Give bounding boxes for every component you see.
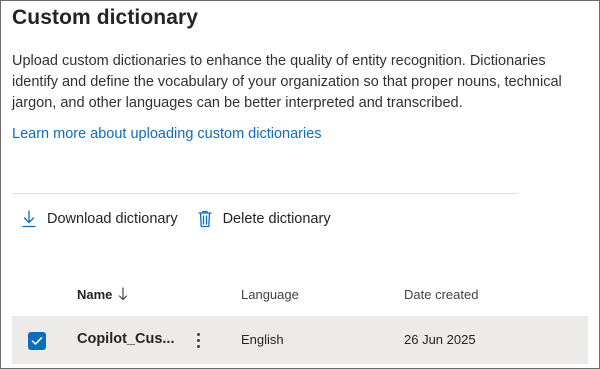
dictionary-name-cell[interactable]: Copilot_Cus... [77,331,174,347]
column-header-name-label: Name [77,286,113,302]
toolbar: Download dictionary Delete dictionary [12,205,339,233]
delete-dictionary-button[interactable]: Delete dictionary [188,205,339,233]
learn-more-link[interactable]: Learn more about uploading custom dictio… [12,126,322,142]
row-checkbox[interactable] [28,332,46,350]
checkmark-icon [31,336,43,345]
language-cell: English [241,332,284,347]
trash-icon [196,209,214,229]
divider [12,193,518,194]
column-header-language[interactable]: Language [241,284,299,304]
column-header-date-created[interactable]: Date created [404,284,478,304]
download-icon [20,209,38,229]
custom-dictionary-panel: Custom dictionary Upload custom dictiona… [0,0,600,369]
download-dictionary-label: Download dictionary [47,211,178,227]
more-options-icon[interactable] [190,330,206,350]
table-row[interactable]: Copilot_Cus... English 26 Jun 2025 [12,316,588,364]
column-header-name[interactable]: Name [77,284,128,304]
page-title: Custom dictionary [12,6,199,29]
date-created-cell: 26 Jun 2025 [404,332,476,347]
page-description: Upload custom dictionaries to enhance th… [12,53,562,111]
arrow-down-icon [118,287,128,301]
download-dictionary-button[interactable]: Download dictionary [12,205,186,233]
delete-dictionary-label: Delete dictionary [222,211,331,227]
